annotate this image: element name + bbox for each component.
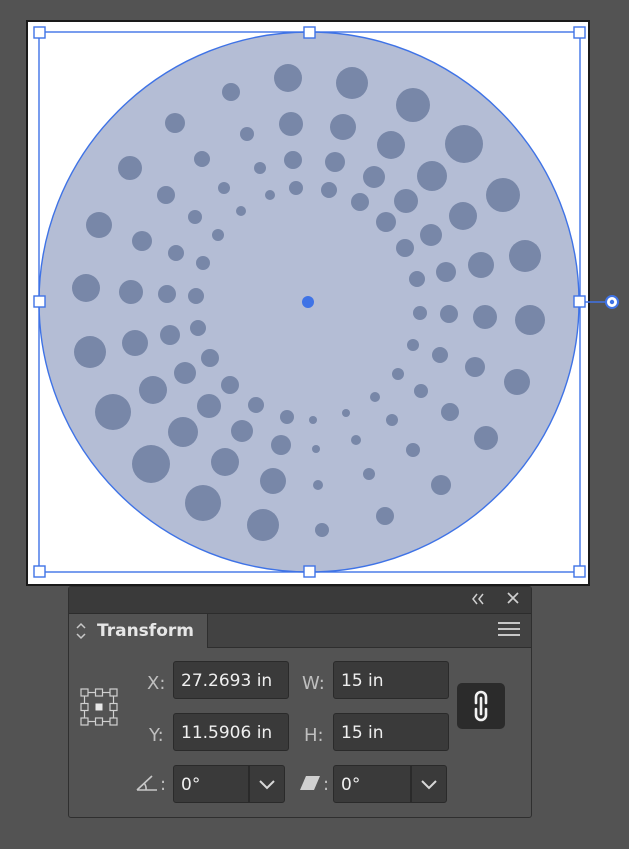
handle-bottom-center[interactable]	[303, 565, 316, 578]
w-field[interactable]: 15 in	[333, 661, 449, 699]
h-label: H:	[304, 725, 324, 746]
link-chain-icon	[474, 690, 488, 722]
close-icon[interactable]	[502, 590, 524, 610]
y-field[interactable]: 11.5906 in	[173, 713, 289, 751]
shear-icon	[300, 776, 320, 790]
y-label: Y:	[149, 725, 164, 746]
expand-collapse-icon[interactable]	[75, 621, 87, 641]
tab-transform[interactable]: Transform	[69, 614, 208, 648]
x-label: X:	[147, 673, 166, 694]
hamburger-menu-icon[interactable]	[498, 622, 520, 640]
transform-panel: Transform X: 27.2693 in Y: 11.5906 in W:…	[68, 586, 532, 818]
rotate-field[interactable]: 0°	[173, 765, 249, 803]
constrain-proportions-button[interactable]	[457, 683, 505, 729]
artboard	[28, 22, 588, 584]
handle-bottom-right[interactable]	[573, 565, 586, 578]
w-label: W:	[302, 673, 325, 694]
chevron-down-icon	[259, 780, 275, 790]
rotation-handle[interactable]	[605, 295, 619, 309]
panel-title-bar[interactable]	[69, 587, 531, 614]
handle-middle-left[interactable]	[33, 295, 46, 308]
handle-top-right[interactable]	[573, 26, 586, 39]
rotate-label: :	[160, 774, 167, 795]
shear-field[interactable]: 0°	[333, 765, 411, 803]
shear-label: :	[323, 774, 330, 795]
shear-dropdown[interactable]	[411, 765, 447, 803]
rotate-dropdown[interactable]	[249, 765, 285, 803]
panel-tab-row: Transform	[69, 614, 531, 648]
handle-middle-right[interactable]	[573, 295, 586, 308]
handle-bottom-left[interactable]	[33, 565, 46, 578]
chevron-down-icon	[421, 780, 437, 790]
h-field[interactable]: 15 in	[333, 713, 449, 751]
handle-top-left[interactable]	[33, 26, 46, 39]
handle-top-center[interactable]	[303, 26, 316, 39]
reference-point-grid-icon[interactable]	[79, 687, 119, 727]
panel-title: Transform	[97, 621, 194, 641]
angle-icon	[136, 775, 157, 791]
double-chevron-left-icon[interactable]	[467, 590, 489, 610]
x-field[interactable]: 27.2693 in	[173, 661, 289, 699]
